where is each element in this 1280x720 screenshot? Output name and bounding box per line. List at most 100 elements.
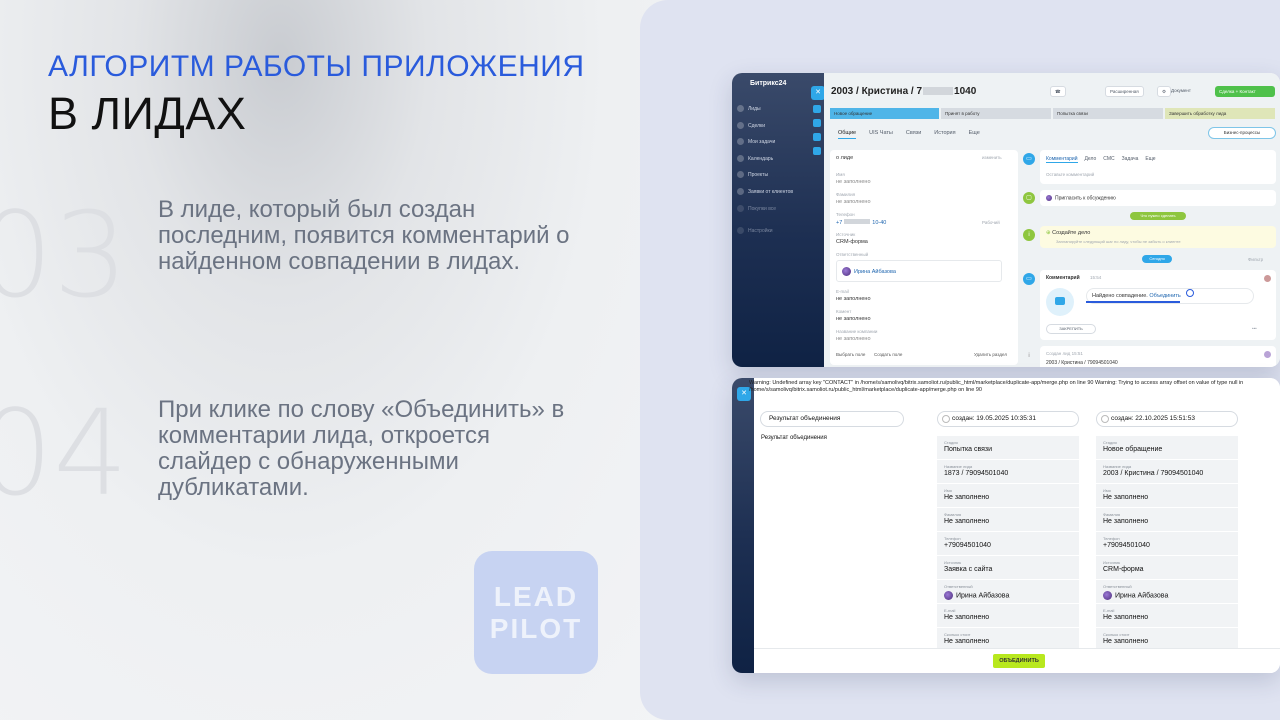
step-description: При клике по слову «Объединить» в коммен… bbox=[158, 396, 565, 501]
step-description: В лиде, который был создан последним, по… bbox=[158, 196, 570, 275]
field-card[interactable]: Стадия Попытка связи bbox=[937, 436, 1079, 459]
deal-contact-button[interactable]: Сделка + Контакт bbox=[1215, 86, 1275, 97]
lead-2-header[interactable]: создан: 22.10.2025 15:51:53 bbox=[1096, 411, 1238, 427]
avatar bbox=[1103, 591, 1112, 600]
lead-main-area: 2003 / Кристина / 7 1040 ☎ Расширенная ⚙ … bbox=[824, 73, 1280, 367]
stage-accepted[interactable]: Принят в работу bbox=[941, 108, 1051, 119]
info-icon: i bbox=[1023, 350, 1035, 362]
deals-icon bbox=[737, 122, 744, 129]
sidebar-item-settings[interactable]: Настройки bbox=[737, 227, 773, 234]
highlight-underline bbox=[1086, 301, 1180, 303]
tab-more[interactable]: Еще bbox=[1145, 156, 1155, 163]
field-card[interactable]: Фамилия Не заполнено bbox=[1096, 508, 1238, 531]
field-card[interactable]: E-mail Не заполнено bbox=[937, 604, 1079, 627]
more-icon[interactable]: ••• bbox=[1252, 326, 1257, 331]
purchases-icon bbox=[737, 205, 744, 212]
tab-links[interactable]: Связи bbox=[906, 130, 921, 139]
invite-link[interactable]: Пригласить к обсуждению bbox=[1046, 195, 1116, 201]
delete-section-link[interactable]: Удалить раздел bbox=[974, 352, 1007, 357]
create-field-link[interactable]: Создать поле bbox=[874, 352, 902, 357]
sidebar-item-tasks[interactable]: Мои задачи bbox=[737, 138, 775, 145]
field-card[interactable]: Имя Не заполнено bbox=[937, 484, 1079, 507]
slide-title: АЛГОРИТМ РАБОТЫ ПРИЛОЖЕНИЯ bbox=[48, 50, 585, 83]
sidebar-item-calendar[interactable]: Календарь bbox=[737, 155, 773, 162]
sidebar-item-leads[interactable]: Лиды bbox=[737, 105, 761, 112]
about-lead-card: о лиде изменить Имя не заполнено Фамилия… bbox=[830, 150, 1018, 365]
responsible-user[interactable]: Ирина Айбазова bbox=[842, 267, 896, 276]
crm-sidebar-collapsed: ✕ bbox=[732, 378, 754, 673]
select-field-link[interactable]: Выбрать поле bbox=[836, 352, 865, 357]
field-card[interactable]: Ответственный Ирина Айбазова bbox=[1096, 580, 1238, 603]
slide-subtitle: В ЛИДАХ bbox=[48, 88, 247, 139]
responsible-box: Ирина Айбазова bbox=[836, 260, 1002, 282]
field-card[interactable]: E-mail Не заполнено bbox=[1096, 604, 1238, 627]
extended-button[interactable]: Расширенная bbox=[1105, 86, 1144, 97]
field-card[interactable]: Источник Заявка с сайта bbox=[937, 556, 1079, 579]
phone-icon[interactable]: ☎ bbox=[1050, 86, 1066, 97]
document-button[interactable]: Документ bbox=[1167, 86, 1195, 97]
comment-input[interactable]: Оставьте комментарий bbox=[1046, 172, 1094, 177]
leads-icon bbox=[737, 105, 744, 112]
tab-comment[interactable]: Комментарий bbox=[1046, 156, 1078, 163]
stage-contact-attempt[interactable]: Попытка связи bbox=[1053, 108, 1163, 119]
tab-general[interactable]: Общие bbox=[838, 130, 857, 139]
close-icon[interactable]: ✕ bbox=[811, 86, 825, 100]
field-card[interactable]: Стадия Новое обращение bbox=[1096, 436, 1238, 459]
tab-history[interactable]: История bbox=[934, 130, 955, 139]
field-card[interactable]: Ответственный Ирина Айбазова bbox=[937, 580, 1079, 603]
result-label: Результат объединения bbox=[761, 435, 827, 441]
php-warning: Warning: Undefined array key "CONTACT" i… bbox=[749, 380, 1244, 393]
leadpilot-logo: LEAD PILOT bbox=[474, 551, 598, 674]
requests-icon bbox=[737, 188, 744, 195]
tab-todo[interactable]: Задача bbox=[1122, 156, 1139, 163]
tab-sms[interactable]: СМС bbox=[1103, 156, 1114, 163]
avatar bbox=[842, 267, 851, 276]
field-card[interactable]: Название лида 1873 / 79094501040 bbox=[937, 460, 1079, 483]
merge-button[interactable]: ОБЪЕДИНИТЬ bbox=[993, 654, 1045, 668]
pin-button[interactable]: ЗАКРЕПИТЬ bbox=[1046, 324, 1096, 334]
filter-button[interactable]: Фильтр bbox=[1248, 257, 1263, 262]
create-task-title[interactable]: ⊕ Создайте дело bbox=[1046, 230, 1090, 236]
sidebar-item-requests[interactable]: Заявки от клиентов bbox=[737, 188, 793, 195]
timeline-tabs: Комментарий Дело СМС Задача Еще bbox=[1046, 156, 1156, 163]
sidebar-item-deals[interactable]: Сделки bbox=[737, 122, 765, 129]
step-number: 04 bbox=[0, 384, 129, 522]
sidebar-item-purchases[interactable]: Покупки все bbox=[737, 205, 776, 212]
lead-1-header[interactable]: создан: 19.05.2025 10:35:31 bbox=[937, 411, 1079, 427]
plus-icon: ⊕ bbox=[1046, 230, 1051, 236]
field-card[interactable]: Телефон +79094501040 bbox=[1096, 532, 1238, 555]
edit-link[interactable]: изменить bbox=[982, 155, 1002, 160]
phone-value[interactable]: +7 10-40 bbox=[836, 219, 886, 226]
comment-bubble-icon bbox=[1046, 288, 1074, 316]
comment-editor[interactable]: Комментарий Дело СМС Задача Еще Оставьте… bbox=[1040, 150, 1276, 184]
radio-button[interactable] bbox=[942, 415, 950, 423]
redacted-block bbox=[923, 87, 954, 96]
slider-content: Warning: Undefined array key "CONTACT" i… bbox=[749, 378, 1280, 673]
lead-card-screenshot: Битрикс24 ✕ Лиды Сделки Мои задачи Кален… bbox=[732, 73, 1280, 367]
field-card[interactable]: Телефон +79094501040 bbox=[937, 532, 1079, 555]
lead-created-card: Создан лид 15:51 2003 / Кристина / 79094… bbox=[1040, 346, 1276, 367]
create-task-card[interactable]: ⊕ Создайте дело Запланируйте следующий ш… bbox=[1040, 226, 1276, 248]
sidebar-item-projects[interactable]: Проекты bbox=[737, 171, 768, 178]
cursor-click-icon bbox=[1186, 289, 1194, 297]
chat-icon: ▢ bbox=[1023, 192, 1035, 204]
field-card[interactable]: Название лида 2003 / Кристина / 790945010… bbox=[1096, 460, 1238, 483]
field-card[interactable]: Имя Не заполнено bbox=[1096, 484, 1238, 507]
business-processes-button[interactable]: Бизнес-процессы bbox=[1208, 127, 1276, 139]
field-card[interactable]: Фамилия Не заполнено bbox=[937, 508, 1079, 531]
invite-card[interactable]: Пригласить к обсуждению bbox=[1040, 190, 1276, 206]
step-number: 03 bbox=[0, 186, 129, 324]
stage-finish[interactable]: Завершить обработку лида bbox=[1165, 108, 1275, 119]
crm-sidebar: Битрикс24 ✕ Лиды Сделки Мои задачи Кален… bbox=[732, 73, 825, 367]
stage-new[interactable]: Новое обращение bbox=[830, 108, 939, 119]
radio-button[interactable] bbox=[1101, 415, 1109, 423]
notification-badge bbox=[813, 105, 821, 113]
field-card[interactable]: Источник CRM-форма bbox=[1096, 556, 1238, 579]
settings-icon bbox=[737, 227, 744, 234]
redacted-block bbox=[844, 219, 871, 224]
tab-task[interactable]: Дело bbox=[1085, 156, 1097, 163]
merge-link[interactable]: Объединить bbox=[1149, 293, 1180, 299]
tab-more[interactable]: Еще bbox=[969, 130, 980, 139]
calendar-icon bbox=[737, 155, 744, 162]
tab-uis-chats[interactable]: UIS Чаты bbox=[869, 130, 893, 139]
